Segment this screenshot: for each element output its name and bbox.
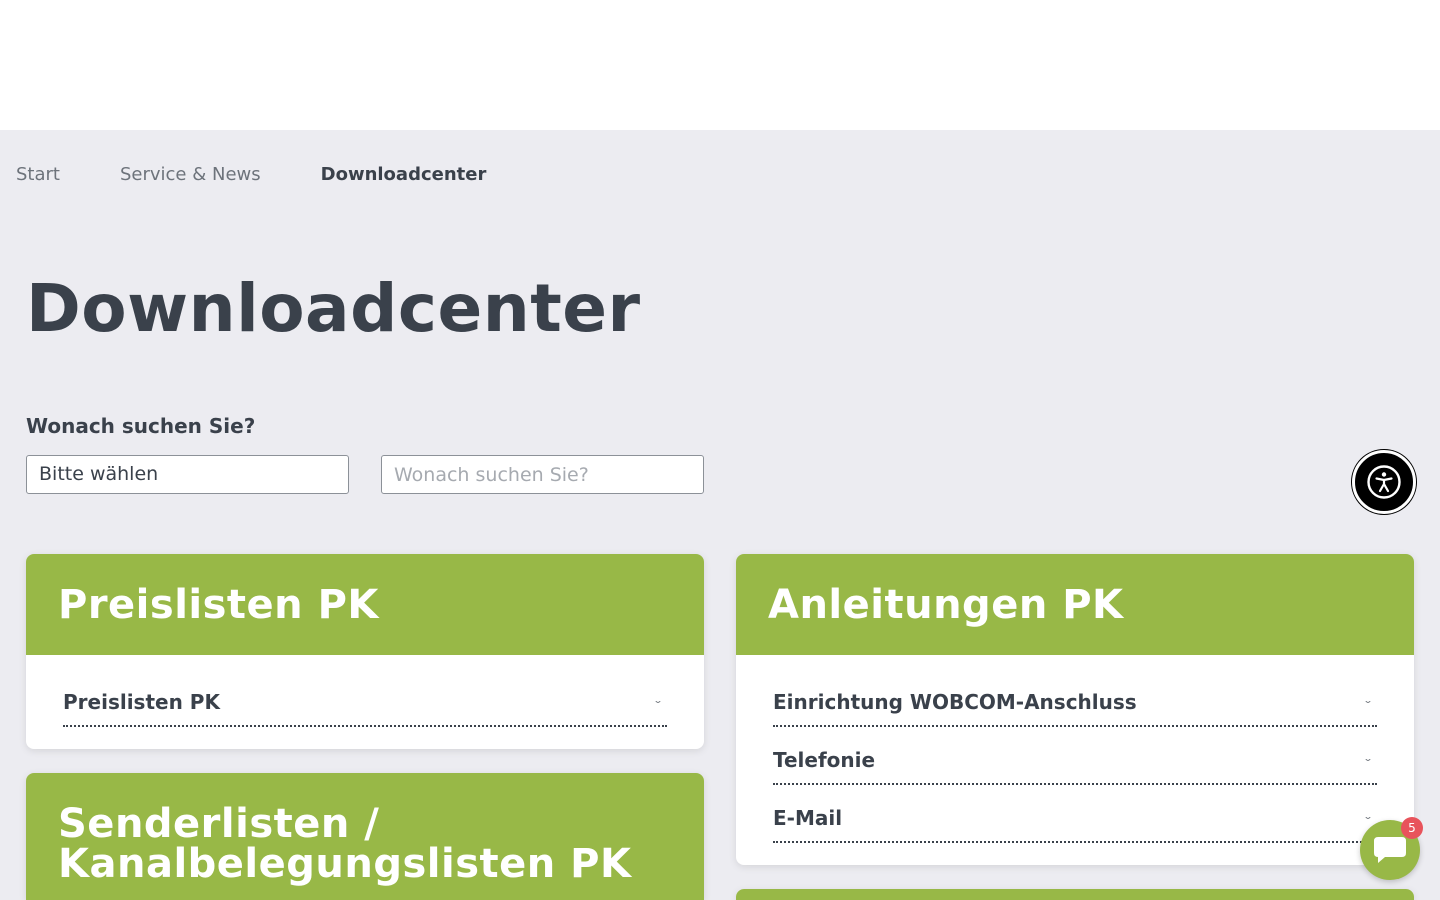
card-preislisten: Preislisten PK Preislisten PK bbox=[26, 554, 704, 749]
accordion-label: Preislisten PK bbox=[63, 690, 220, 714]
card-body: Preislisten PK bbox=[26, 655, 704, 749]
site-header bbox=[0, 0, 1440, 130]
accordion-label: E-Mail bbox=[773, 806, 843, 830]
card-anleitungen: Anleitungen PK Einrichtung WOBCOM-Anschl… bbox=[736, 554, 1414, 865]
chat-notification-badge: 5 bbox=[1401, 817, 1423, 839]
breadcrumb-service-news[interactable]: Service & News bbox=[120, 164, 261, 185]
breadcrumb-start[interactable]: Start bbox=[16, 164, 60, 185]
accordion-item-telefonie[interactable]: Telefonie bbox=[773, 727, 1377, 785]
breadcrumb: Start Service & News Downloadcenter bbox=[16, 162, 486, 186]
card-header bbox=[736, 889, 1414, 900]
search-input[interactable] bbox=[381, 455, 704, 494]
accordion-item-preislisten[interactable]: Preislisten PK bbox=[63, 669, 667, 727]
accessibility-button[interactable] bbox=[1352, 450, 1416, 514]
card-title: Anleitungen PK bbox=[768, 581, 1124, 628]
card-senderlisten: Senderlisten / Kanalbelegungslisten PK bbox=[26, 773, 704, 900]
chevron-down-icon bbox=[1365, 817, 1371, 819]
page-title: Downloadcenter bbox=[26, 270, 641, 347]
card-title: Preislisten PK bbox=[58, 581, 379, 628]
accordion-label: Telefonie bbox=[773, 748, 876, 772]
accessibility-icon bbox=[1367, 465, 1401, 499]
card-body: Einrichtung WOBCOM-Anschluss Telefonie E… bbox=[736, 655, 1414, 865]
chevron-down-icon bbox=[1365, 701, 1371, 703]
accordion-item-einrichtung[interactable]: Einrichtung WOBCOM-Anschluss bbox=[773, 669, 1377, 727]
card-title-line: Kanalbelegungslisten PK bbox=[58, 841, 632, 887]
chevron-down-icon bbox=[1365, 759, 1371, 761]
chevron-down-icon bbox=[655, 701, 661, 703]
card-header: Senderlisten / Kanalbelegungslisten PK bbox=[26, 773, 704, 900]
card-header: Anleitungen PK bbox=[736, 554, 1414, 655]
card-header: Preislisten PK bbox=[26, 554, 704, 655]
card-next bbox=[736, 889, 1414, 900]
accordion-label: Einrichtung WOBCOM-Anschluss bbox=[773, 690, 1137, 714]
chat-bubble-icon bbox=[1374, 837, 1406, 863]
category-select[interactable]: Bitte wählen bbox=[26, 455, 349, 494]
card-title: Senderlisten / Kanalbelegungslisten PK bbox=[58, 804, 632, 884]
breadcrumb-current: Downloadcenter bbox=[320, 163, 487, 185]
search-label: Wonach suchen Sie? bbox=[26, 414, 256, 438]
accordion-item-email[interactable]: E-Mail bbox=[773, 785, 1377, 843]
